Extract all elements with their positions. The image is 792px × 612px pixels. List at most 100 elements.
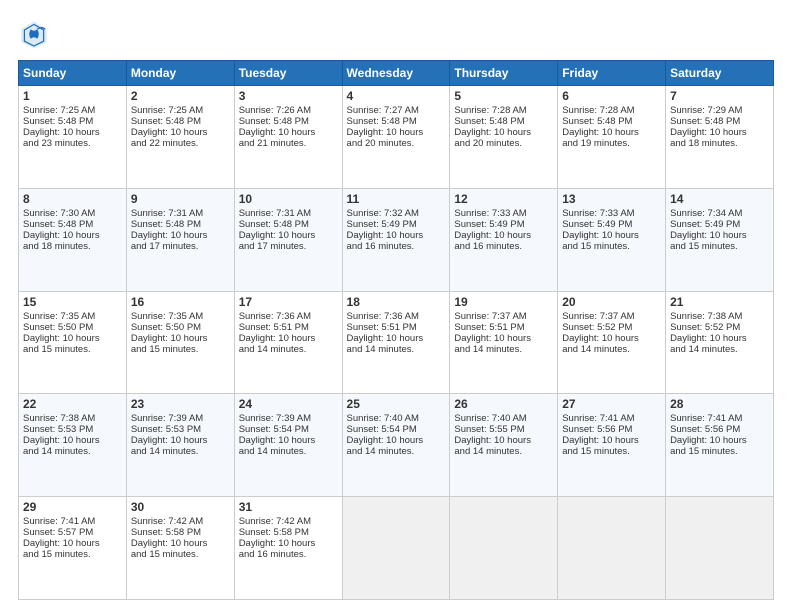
day-info-line: Sunrise: 7:33 AM [454,208,553,219]
day-info-line: and 16 minutes. [454,241,553,252]
day-number: 5 [454,89,553,103]
day-info-line: Sunset: 5:54 PM [239,424,338,435]
day-number: 16 [131,295,230,309]
day-info-line: Sunrise: 7:31 AM [131,208,230,219]
day-info-line: Sunset: 5:53 PM [131,424,230,435]
calendar-cell: 31Sunrise: 7:42 AMSunset: 5:58 PMDayligh… [234,497,342,600]
calendar-cell: 25Sunrise: 7:40 AMSunset: 5:54 PMDayligh… [342,394,450,497]
col-header-wednesday: Wednesday [342,61,450,86]
calendar-cell: 29Sunrise: 7:41 AMSunset: 5:57 PMDayligh… [19,497,127,600]
calendar-header-row: SundayMondayTuesdayWednesdayThursdayFrid… [19,61,774,86]
day-info-line: Sunset: 5:49 PM [454,219,553,230]
day-info-line: Sunset: 5:49 PM [347,219,446,230]
day-info-line: Sunset: 5:50 PM [23,322,122,333]
day-info-line: Sunrise: 7:31 AM [239,208,338,219]
day-info-line: Sunset: 5:58 PM [131,527,230,538]
day-info-line: and 19 minutes. [562,138,661,149]
day-info-line: Daylight: 10 hours [347,127,446,138]
day-number: 21 [670,295,769,309]
day-info-line: Sunrise: 7:34 AM [670,208,769,219]
calendar-cell: 20Sunrise: 7:37 AMSunset: 5:52 PMDayligh… [558,291,666,394]
day-number: 19 [454,295,553,309]
day-info-line: and 15 minutes. [670,446,769,457]
day-info-line: and 23 minutes. [23,138,122,149]
day-info-line: Daylight: 10 hours [670,230,769,241]
day-info-line: Sunset: 5:51 PM [347,322,446,333]
day-info-line: Sunset: 5:48 PM [239,219,338,230]
day-number: 10 [239,192,338,206]
day-info-line: and 20 minutes. [454,138,553,149]
day-number: 1 [23,89,122,103]
day-info-line: and 14 minutes. [239,446,338,457]
day-info-line: Daylight: 10 hours [670,127,769,138]
day-info-line: Daylight: 10 hours [347,333,446,344]
day-info-line: Daylight: 10 hours [454,435,553,446]
day-number: 8 [23,192,122,206]
day-info-line: Sunset: 5:48 PM [131,116,230,127]
day-number: 31 [239,500,338,514]
calendar-cell [450,497,558,600]
day-number: 7 [670,89,769,103]
calendar-week-3: 15Sunrise: 7:35 AMSunset: 5:50 PMDayligh… [19,291,774,394]
page: SundayMondayTuesdayWednesdayThursdayFrid… [0,0,792,612]
day-number: 6 [562,89,661,103]
day-info-line: Sunrise: 7:39 AM [131,413,230,424]
day-number: 9 [131,192,230,206]
calendar-cell: 28Sunrise: 7:41 AMSunset: 5:56 PMDayligh… [666,394,774,497]
calendar-cell [342,497,450,600]
day-info-line: Sunrise: 7:35 AM [23,311,122,322]
day-info-line: Sunset: 5:48 PM [23,116,122,127]
day-info-line: Sunset: 5:55 PM [454,424,553,435]
day-info-line: Sunset: 5:48 PM [131,219,230,230]
day-info-line: Sunrise: 7:25 AM [23,105,122,116]
day-info-line: Sunset: 5:48 PM [347,116,446,127]
col-header-friday: Friday [558,61,666,86]
day-info-line: and 18 minutes. [23,241,122,252]
day-info-line: Daylight: 10 hours [239,127,338,138]
day-info-line: and 17 minutes. [239,241,338,252]
day-info-line: Daylight: 10 hours [454,127,553,138]
day-number: 23 [131,397,230,411]
day-info-line: Sunrise: 7:41 AM [670,413,769,424]
day-info-line: Daylight: 10 hours [23,127,122,138]
day-info-line: Daylight: 10 hours [131,435,230,446]
calendar-cell: 17Sunrise: 7:36 AMSunset: 5:51 PMDayligh… [234,291,342,394]
calendar-week-4: 22Sunrise: 7:38 AMSunset: 5:53 PMDayligh… [19,394,774,497]
calendar-cell: 14Sunrise: 7:34 AMSunset: 5:49 PMDayligh… [666,188,774,291]
col-header-saturday: Saturday [666,61,774,86]
day-info-line: Sunrise: 7:26 AM [239,105,338,116]
calendar-cell: 24Sunrise: 7:39 AMSunset: 5:54 PMDayligh… [234,394,342,497]
calendar-cell [666,497,774,600]
day-info-line: Daylight: 10 hours [347,435,446,446]
day-info-line: Sunrise: 7:28 AM [562,105,661,116]
day-info-line: Sunset: 5:48 PM [562,116,661,127]
day-info-line: Sunrise: 7:40 AM [347,413,446,424]
day-info-line: Daylight: 10 hours [454,333,553,344]
day-number: 22 [23,397,122,411]
calendar-cell: 30Sunrise: 7:42 AMSunset: 5:58 PMDayligh… [126,497,234,600]
day-info-line: Sunrise: 7:41 AM [562,413,661,424]
day-info-line: Sunrise: 7:39 AM [239,413,338,424]
day-info-line: Daylight: 10 hours [23,538,122,549]
logo [18,18,54,50]
day-info-line: Sunrise: 7:27 AM [347,105,446,116]
calendar-table: SundayMondayTuesdayWednesdayThursdayFrid… [18,60,774,600]
day-info-line: and 15 minutes. [131,549,230,560]
day-info-line: and 16 minutes. [347,241,446,252]
calendar-week-5: 29Sunrise: 7:41 AMSunset: 5:57 PMDayligh… [19,497,774,600]
day-number: 24 [239,397,338,411]
day-info-line: and 14 minutes. [239,344,338,355]
day-info-line: Daylight: 10 hours [454,230,553,241]
day-info-line: and 18 minutes. [670,138,769,149]
day-info-line: Sunset: 5:50 PM [131,322,230,333]
header [18,18,774,50]
col-header-monday: Monday [126,61,234,86]
day-info-line: Sunrise: 7:33 AM [562,208,661,219]
day-info-line: Sunset: 5:48 PM [670,116,769,127]
day-info-line: Daylight: 10 hours [131,230,230,241]
day-info-line: and 14 minutes. [347,344,446,355]
day-info-line: Daylight: 10 hours [131,538,230,549]
day-info-line: Daylight: 10 hours [239,538,338,549]
day-info-line: and 14 minutes. [131,446,230,457]
calendar-cell: 11Sunrise: 7:32 AMSunset: 5:49 PMDayligh… [342,188,450,291]
